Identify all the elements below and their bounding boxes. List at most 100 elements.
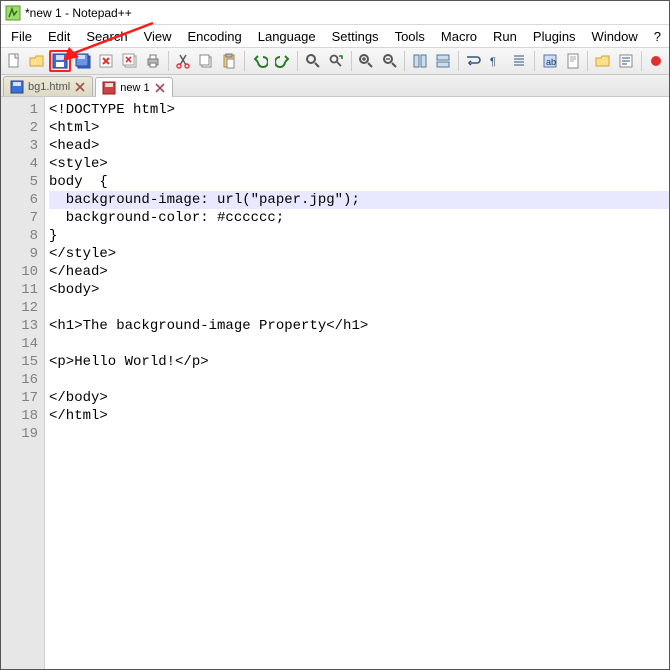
code-line[interactable]: body { xyxy=(49,173,669,191)
code-line[interactable]: <html> xyxy=(49,119,669,137)
menu-edit[interactable]: Edit xyxy=(40,27,78,46)
line-number: 17 xyxy=(1,389,38,407)
open-file-icon[interactable] xyxy=(26,50,47,72)
menu-language[interactable]: Language xyxy=(250,27,324,46)
line-number: 7 xyxy=(1,209,38,227)
tab-active[interactable]: new 1 xyxy=(95,77,172,97)
menu-window[interactable]: Window xyxy=(584,27,646,46)
toolbar: ¶ ab xyxy=(1,47,669,75)
svg-text:ab: ab xyxy=(546,57,556,67)
menu-search[interactable]: Search xyxy=(78,27,135,46)
menu-file[interactable]: File xyxy=(3,27,40,46)
sync-v-icon[interactable] xyxy=(409,50,430,72)
menu-tools[interactable]: Tools xyxy=(387,27,433,46)
code-line[interactable] xyxy=(49,335,669,353)
undo-icon[interactable] xyxy=(249,50,270,72)
toolbar-separator xyxy=(404,51,405,71)
code-line[interactable]: </head> xyxy=(49,263,669,281)
toolbar-separator xyxy=(297,51,298,71)
code-line[interactable]: <style> xyxy=(49,155,669,173)
line-number: 18 xyxy=(1,407,38,425)
menu-view[interactable]: View xyxy=(136,27,180,46)
record-icon[interactable] xyxy=(646,50,667,72)
menu-macro[interactable]: Macro xyxy=(433,27,485,46)
code-line[interactable] xyxy=(49,425,669,443)
line-number: 19 xyxy=(1,425,38,443)
copy-icon[interactable] xyxy=(196,50,217,72)
paste-icon[interactable] xyxy=(219,50,240,72)
line-number: 2 xyxy=(1,119,38,137)
editor-area: 12345678910111213141516171819 <!DOCTYPE … xyxy=(1,97,669,669)
line-number: 16 xyxy=(1,371,38,389)
code-line[interactable] xyxy=(49,299,669,317)
menu-settings[interactable]: Settings xyxy=(324,27,387,46)
find-icon[interactable] xyxy=(302,50,323,72)
tab-file-icon xyxy=(10,80,24,94)
close-all-icon[interactable] xyxy=(119,50,140,72)
toolbar-separator xyxy=(351,51,352,71)
indent-guide-icon[interactable] xyxy=(509,50,530,72)
toolbar-separator xyxy=(587,51,588,71)
code-line[interactable]: <!DOCTYPE html> xyxy=(49,101,669,119)
menu-encoding[interactable]: Encoding xyxy=(180,27,250,46)
new-file-icon[interactable] xyxy=(3,50,24,72)
line-number-gutter: 12345678910111213141516171819 xyxy=(1,97,45,669)
code-line[interactable]: </body> xyxy=(49,389,669,407)
svg-text:¶: ¶ xyxy=(490,56,496,68)
code-line[interactable]: <h1>The background-image Property</h1> xyxy=(49,317,669,335)
tab-file-icon xyxy=(102,81,116,95)
folder-icon[interactable] xyxy=(592,50,613,72)
tab-inactive[interactable]: bg1.html xyxy=(3,76,93,96)
code-area[interactable]: <!DOCTYPE html><html><head><style>body {… xyxy=(45,97,669,669)
app-icon xyxy=(5,5,21,21)
line-number: 11 xyxy=(1,281,38,299)
window-title: *new 1 - Notepad++ xyxy=(25,6,132,20)
line-number: 12 xyxy=(1,299,38,317)
code-line[interactable]: } xyxy=(49,227,669,245)
code-line[interactable]: </html> xyxy=(49,407,669,425)
lang-icon[interactable]: ab xyxy=(539,50,560,72)
line-number: 13 xyxy=(1,317,38,335)
line-number: 15 xyxy=(1,353,38,371)
toolbar-separator xyxy=(168,51,169,71)
app-window: *new 1 - Notepad++ File Edit Search View… xyxy=(0,0,670,670)
zoom-in-icon[interactable] xyxy=(356,50,377,72)
line-number: 5 xyxy=(1,173,38,191)
menu-run[interactable]: Run xyxy=(485,27,525,46)
toolbar-separator xyxy=(244,51,245,71)
code-line[interactable] xyxy=(49,371,669,389)
all-chars-icon[interactable]: ¶ xyxy=(486,50,507,72)
line-number: 8 xyxy=(1,227,38,245)
replace-icon[interactable] xyxy=(326,50,347,72)
close-icon[interactable] xyxy=(96,50,117,72)
code-line[interactable]: <body> xyxy=(49,281,669,299)
tab-close-icon[interactable] xyxy=(154,82,166,94)
toolbar-separator xyxy=(534,51,535,71)
wordwrap-icon[interactable] xyxy=(462,50,483,72)
tab-label: new 1 xyxy=(120,82,149,94)
function-list-icon[interactable] xyxy=(616,50,637,72)
tab-close-icon[interactable] xyxy=(74,81,86,93)
code-line[interactable]: <head> xyxy=(49,137,669,155)
print-icon[interactable] xyxy=(142,50,163,72)
code-line[interactable]: </style> xyxy=(49,245,669,263)
sync-h-icon[interactable] xyxy=(432,50,453,72)
redo-icon[interactable] xyxy=(272,50,293,72)
title-bar: *new 1 - Notepad++ xyxy=(1,1,669,25)
save-all-icon[interactable] xyxy=(73,50,94,72)
line-number: 9 xyxy=(1,245,38,263)
line-number: 3 xyxy=(1,137,38,155)
toolbar-separator xyxy=(458,51,459,71)
line-number: 10 xyxy=(1,263,38,281)
code-line[interactable]: background-image: url("paper.jpg"); xyxy=(49,191,669,209)
zoom-out-icon[interactable] xyxy=(379,50,400,72)
code-line[interactable]: <p>Hello World!</p> xyxy=(49,353,669,371)
doc-map-icon[interactable] xyxy=(562,50,583,72)
menu-plugins[interactable]: Plugins xyxy=(525,27,584,46)
cut-icon[interactable] xyxy=(172,50,193,72)
save-icon[interactable] xyxy=(49,50,70,72)
code-line[interactable]: background-color: #cccccc; xyxy=(49,209,669,227)
tab-label: bg1.html xyxy=(28,81,70,93)
line-number: 1 xyxy=(1,101,38,119)
menu-help[interactable]: ? xyxy=(646,27,669,46)
